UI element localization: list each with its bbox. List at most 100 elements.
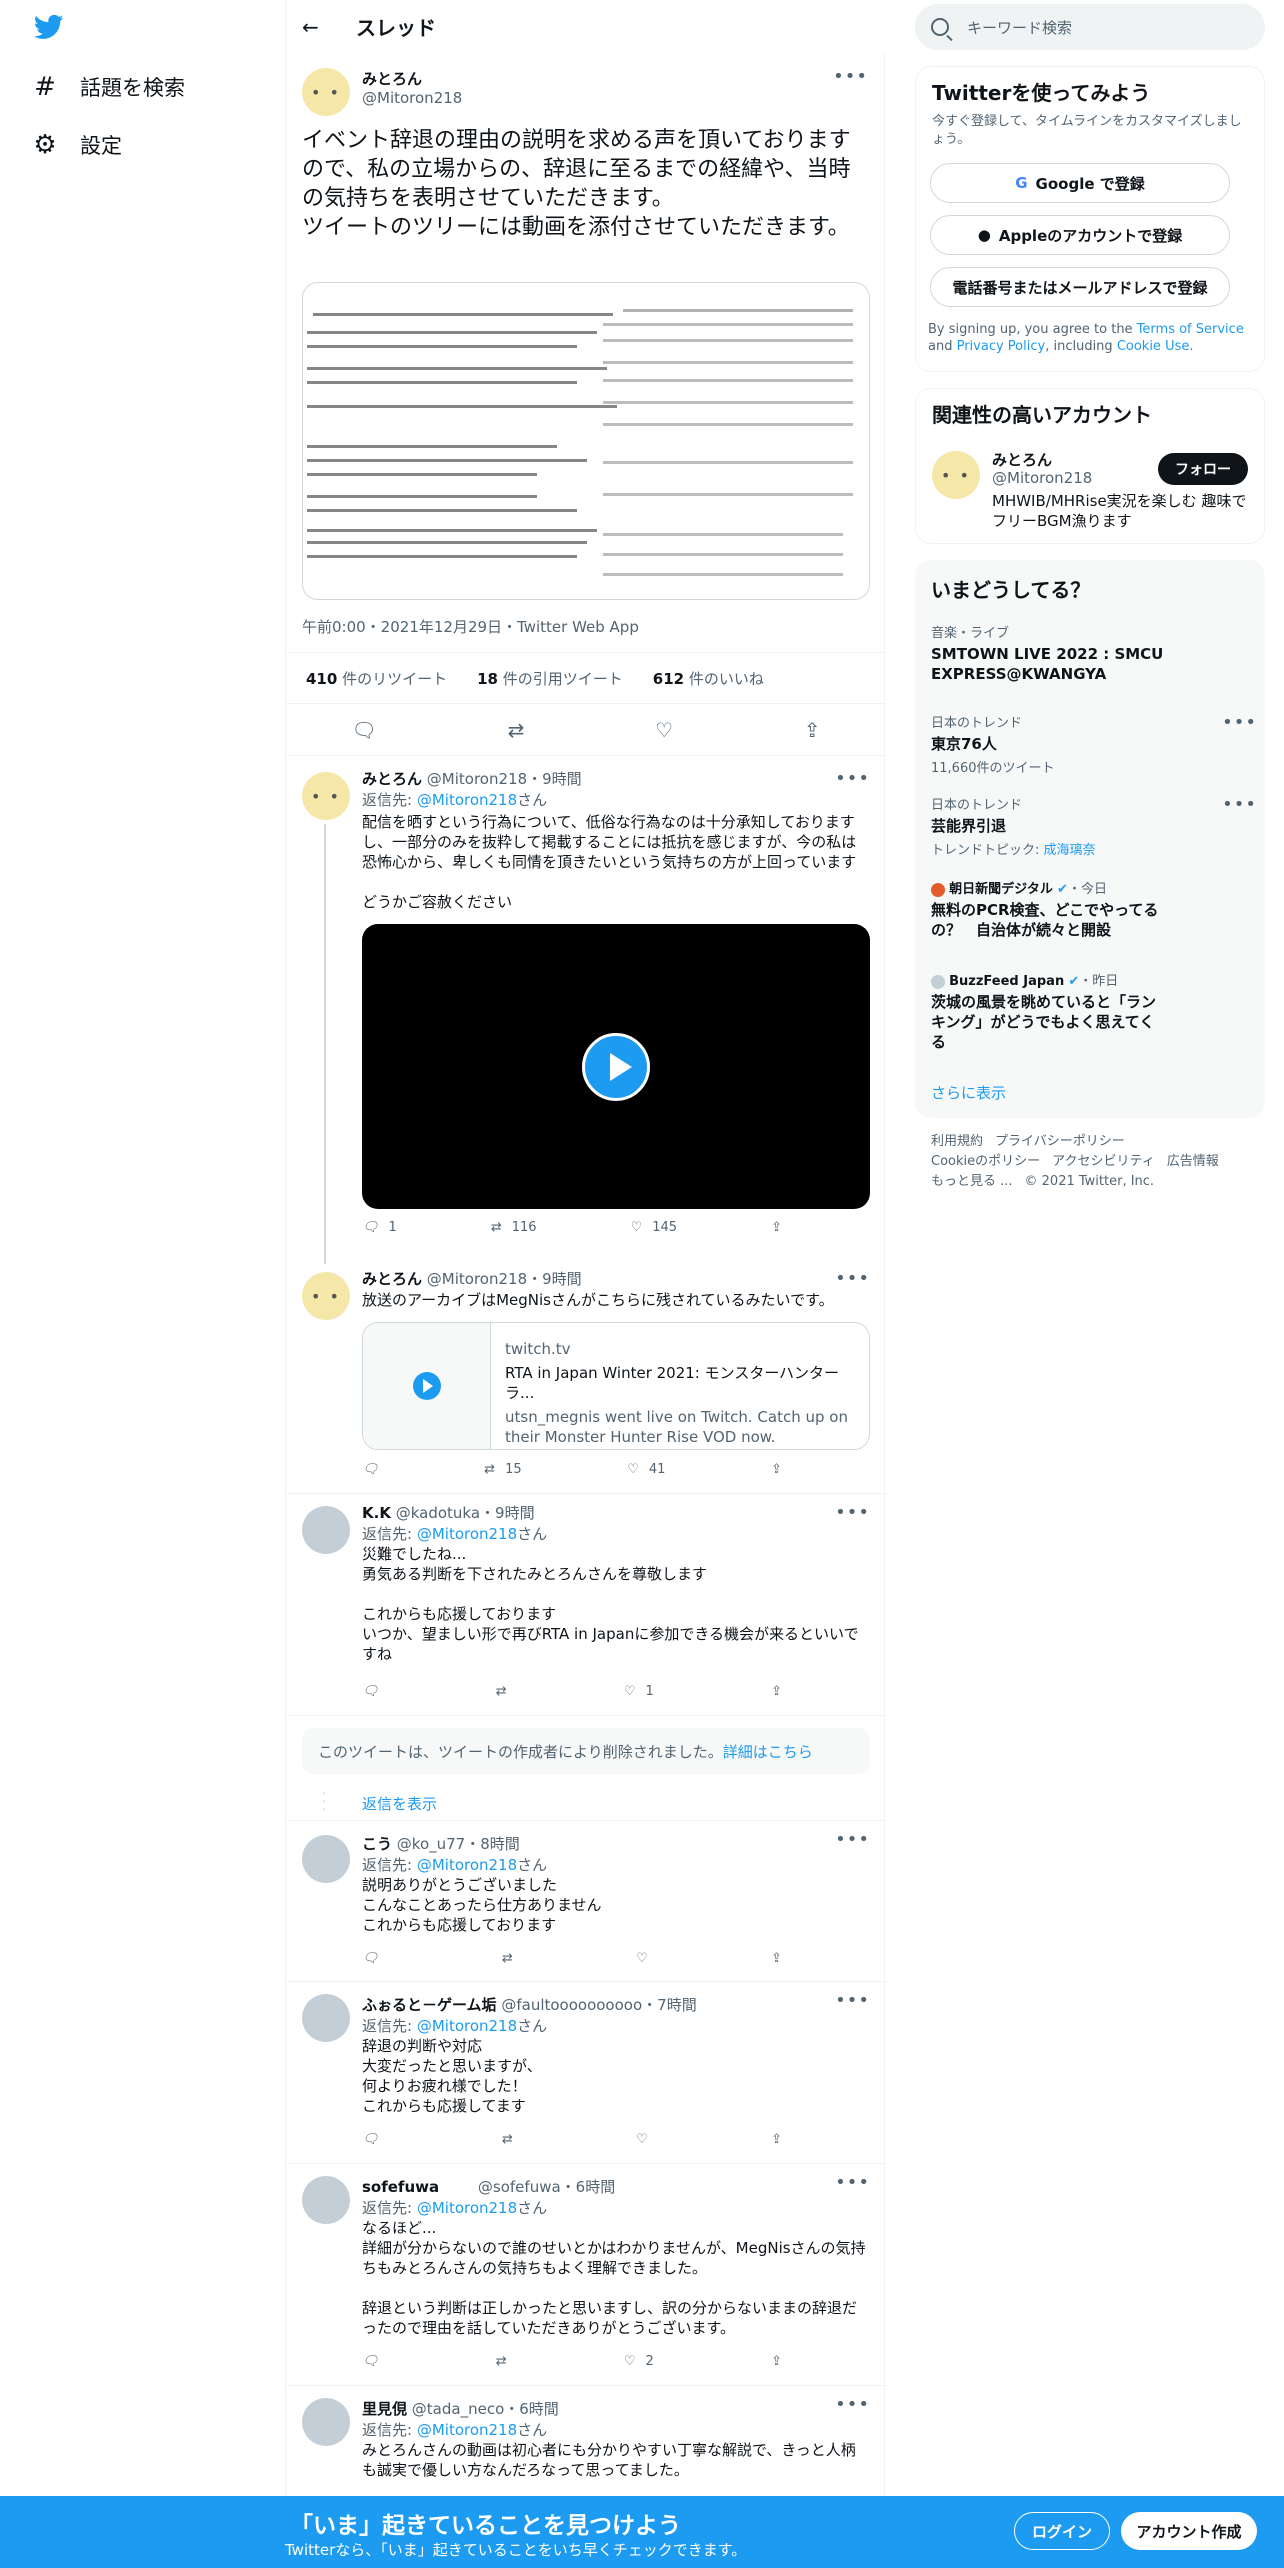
author-handle[interactable]: @ko_u77・8時間 — [397, 1835, 520, 1853]
trend-item[interactable]: 日本のトレンド 芸能界引退 トレンドトピック: 成海璃奈 ••• — [931, 794, 1256, 858]
quote-count[interactable]: 18 件の引用ツイート — [477, 668, 623, 689]
reply-tweet[interactable]: ••• K.K @kadotuka・9時間 返信先: @Mitoron218さん… — [286, 1494, 886, 1716]
more-icon[interactable]: ••• — [835, 1990, 870, 2011]
author-name[interactable]: みとろん — [362, 770, 422, 788]
more-icon[interactable]: ••• — [835, 1268, 870, 1289]
reply-button[interactable]: 🗨 — [362, 2354, 379, 2369]
search-input[interactable]: キーワード検索 — [915, 4, 1265, 50]
share-button[interactable]: ⇪ — [771, 1684, 782, 1699]
avatar[interactable] — [302, 2398, 350, 2446]
twitter-logo-icon[interactable] — [32, 12, 66, 42]
terms-link[interactable]: Terms of Service — [1137, 322, 1244, 337]
retweet-count[interactable]: 410 件のリツイート — [306, 668, 447, 689]
reply-button[interactable]: 🗨 — [362, 2132, 379, 2147]
retweet-button[interactable]: ⇄ 116 — [491, 1220, 537, 1235]
author-name[interactable]: K.K — [362, 1504, 391, 1522]
author-name[interactable]: みとろん — [362, 1270, 422, 1288]
like-button[interactable]: ♡ 1 — [624, 1684, 654, 1699]
news-item[interactable]: 朝日新聞デジタル ✔・今日 無料のPCR検査、どこでやってるの？ 自治体が続々と… — [931, 878, 1241, 940]
reply-button[interactable]: 🗨 — [362, 1684, 379, 1699]
author-handle[interactable]: @tada_neco・6時間 — [412, 2400, 559, 2418]
more-icon[interactable]: ••• — [835, 768, 870, 789]
author-handle[interactable]: @Mitoron218・9時間 — [427, 1270, 582, 1288]
footer-link[interactable]: プライバシーポリシー — [995, 1134, 1125, 1149]
avatar[interactable]: • • — [302, 772, 350, 820]
more-icon[interactable]: ••• — [835, 2172, 870, 2193]
author-handle[interactable]: @Mitoron218 — [362, 89, 462, 107]
video-player[interactable] — [362, 924, 870, 1209]
reply-to-link[interactable]: @Mitoron218 — [417, 1856, 517, 1874]
like-count[interactable]: 612 件のいいね — [653, 668, 764, 689]
share-button[interactable]: ⇪ — [771, 2132, 782, 2147]
privacy-link[interactable]: Privacy Policy — [957, 339, 1046, 354]
footer-link[interactable]: Cookieのポリシー — [931, 1154, 1040, 1169]
footer-link[interactable]: もっと見る ... — [931, 1174, 1013, 1189]
share-button[interactable]: ⇪ — [771, 2354, 782, 2369]
avatar[interactable]: • • — [302, 68, 350, 116]
like-button[interactable]: ♡ 145 — [631, 1220, 677, 1235]
author-name[interactable]: こう — [362, 1835, 392, 1853]
like-button[interactable]: ♡ — [636, 2132, 648, 2147]
link-card[interactable]: twitch.tv RTA in Japan Winter 2021: モンスタ… — [362, 1322, 870, 1450]
more-icon[interactable]: ••• — [835, 2394, 870, 2415]
reply-tweet[interactable]: ••• ふぉると－ゲーム垢 @faultoooooooooo・7時間 返信先: … — [286, 1982, 886, 2164]
avatar[interactable] — [302, 2176, 350, 2224]
reply-to-link[interactable]: @Mitoron218 — [417, 1525, 517, 1543]
footer-link[interactable]: 広告情報 — [1167, 1154, 1219, 1169]
back-arrow-icon[interactable]: ← — [302, 15, 332, 39]
nav-explore[interactable]: # 話題を検索 — [32, 72, 185, 102]
more-icon[interactable]: ••• — [833, 66, 868, 87]
reply-to-link[interactable]: @Mitoron218 — [417, 791, 517, 809]
apple-signup-button[interactable]: ● Appleのアカウントで登録 — [930, 215, 1230, 255]
share-button[interactable]: ⇪ — [771, 1220, 782, 1235]
tweet-timestamp[interactable]: 午前0:00・2021年12月29日・Twitter Web App — [302, 616, 639, 637]
author-name[interactable]: みとろん — [362, 68, 422, 89]
signup-button[interactable]: アカウント作成 — [1121, 2512, 1257, 2550]
author-handle[interactable]: @Mitoron218・9時間 — [427, 770, 582, 788]
learn-more-link[interactable]: 詳細はこちら — [723, 1741, 813, 1762]
avatar[interactable] — [302, 1506, 350, 1554]
retweet-button[interactable]: ⇄ — [502, 2132, 513, 2147]
more-icon[interactable]: ••• — [1222, 712, 1257, 733]
retweet-button[interactable]: ⇄ — [502, 1951, 513, 1966]
cookie-link[interactable]: Cookie Use — [1117, 339, 1190, 354]
author-name[interactable]: sofefuwa — [362, 2178, 439, 2196]
share-button[interactable]: ⇪ — [771, 1951, 782, 1966]
reply-tweet[interactable]: ••• こう @ko_u77・8時間 返信先: @Mitoron218さん 説明… — [286, 1820, 886, 1982]
more-icon[interactable]: ••• — [1222, 794, 1257, 815]
retweet-icon[interactable]: ⇄ — [508, 718, 525, 742]
like-button[interactable]: ♡ — [636, 1951, 648, 1966]
reply-to-link[interactable]: @Mitoron218 — [417, 2199, 517, 2217]
follow-button[interactable]: フォロー — [1158, 453, 1248, 485]
reply-tweet[interactable]: ••• 里見俔 @tada_neco・6時間 返信先: @Mitoron218さ… — [286, 2386, 886, 2496]
login-button[interactable]: ログイン — [1014, 2512, 1110, 2550]
trend-item[interactable]: 音楽・ライブ SMTOWN LIVE 2022 : SMCU EXPRESS@K… — [931, 622, 1241, 684]
reply-tweet[interactable]: ••• sofefuwa @sofefuwa・6時間 返信先: @Mitoron… — [286, 2164, 886, 2386]
author-name[interactable]: ふぉると－ゲーム垢 — [362, 1996, 497, 2014]
like-icon[interactable]: ♡ — [655, 718, 673, 742]
play-icon[interactable] — [582, 1032, 650, 1101]
like-button[interactable]: ♡ 41 — [627, 1462, 665, 1477]
related-name[interactable]: みとろん — [992, 449, 1052, 470]
avatar[interactable] — [302, 1835, 350, 1883]
related-handle[interactable]: @Mitoron218 — [992, 469, 1092, 487]
retweet-button[interactable]: ⇄ — [496, 2354, 507, 2369]
news-item[interactable]: BuzzFeed Japan ✔・昨日 茨城の風景を眺めていると「ランキング」が… — [931, 970, 1241, 1052]
reply-button[interactable]: 🗨 1 — [362, 1220, 397, 1235]
share-button[interactable]: ⇪ — [771, 1462, 782, 1477]
tweet-image[interactable] — [302, 282, 870, 600]
more-icon[interactable]: ••• — [835, 1502, 870, 1523]
retweet-button[interactable]: ⇄ 15 — [484, 1462, 521, 1477]
reply-button[interactable]: 🗨 — [362, 1462, 379, 1477]
reply-button[interactable]: 🗨 — [362, 1951, 379, 1966]
reply-icon[interactable]: 🗨 — [351, 718, 376, 742]
thread-tweet[interactable]: • • ••• みとろん @Mitoron218・9時間 放送のアーカイブはMe… — [286, 1264, 886, 1494]
like-button[interactable]: ♡ 2 — [624, 2354, 654, 2369]
show-more-link[interactable]: さらに表示 — [931, 1082, 1006, 1103]
footer-link[interactable]: アクセシビリティ — [1052, 1154, 1155, 1169]
reply-to-link[interactable]: @Mitoron218 — [417, 2421, 517, 2439]
footer-link[interactable]: 利用規約 — [931, 1134, 983, 1149]
share-icon[interactable]: ⇪ — [804, 718, 821, 742]
author-name[interactable]: 里見俔 — [362, 2400, 407, 2418]
author-handle[interactable]: @sofefuwa・6時間 — [478, 2178, 615, 2196]
